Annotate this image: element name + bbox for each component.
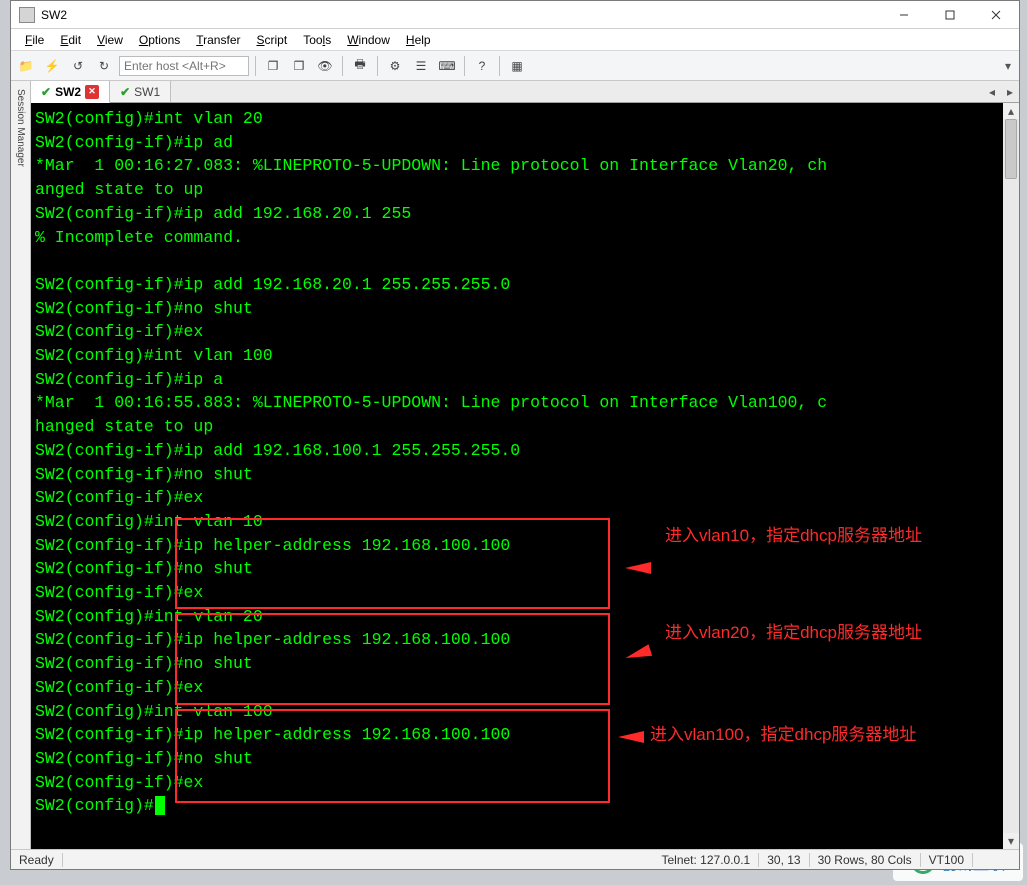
menu-bar: File Edit View Options Transfer Script T… [11,29,1019,51]
keys-icon[interactable]: ⌨ [436,55,458,77]
menu-file[interactable]: File [17,33,52,47]
reconnect-icon[interactable]: ↺ [67,55,89,77]
menu-window[interactable]: Window [339,33,398,47]
menu-script[interactable]: Script [249,33,296,47]
connected-icon: ✔ [41,85,51,99]
paste-icon[interactable]: ❒ [288,55,310,77]
find-icon[interactable]: 👁 [314,55,336,77]
status-cursor: 30, 13 [759,853,809,867]
menu-options[interactable]: Options [131,33,188,47]
minimize-button[interactable] [881,1,927,29]
status-emu: VT100 [921,853,973,867]
session-manager-panel[interactable]: Session Manager [11,81,31,849]
print-icon[interactable]: 🖶 [349,55,371,77]
folder-icon[interactable]: 📁 [15,55,37,77]
tab-sw1[interactable]: ✔ SW1 [110,81,171,102]
toolbar: 📁 ⚡ ↺ ↻ ❐ ❒ 👁 🖶 ⚙ ☰ ⌨ ? ▦ ▾ [11,51,1019,81]
menu-tools[interactable]: Tools [295,33,339,47]
status-telnet: Telnet: 127.0.0.1 [653,853,759,867]
extra-icon[interactable]: ▦ [506,55,528,77]
menu-help[interactable]: Help [398,33,439,47]
reconnect-alt-icon[interactable]: ↻ [93,55,115,77]
scroll-up-icon[interactable]: ▴ [1003,103,1019,119]
status-size: 30 Rows, 80 Cols [810,853,921,867]
main-area: Session Manager ✔ SW2 ✕ ✔ SW1 ◂ ▸ [11,81,1019,849]
copy-icon[interactable]: ❐ [262,55,284,77]
menu-edit[interactable]: Edit [52,33,89,47]
close-button[interactable] [973,1,1019,29]
status-bar: Ready Telnet: 127.0.0.1 30, 13 30 Rows, … [11,849,1019,869]
session-tabs: ✔ SW2 ✕ ✔ SW1 ◂ ▸ [31,81,1019,103]
menu-view[interactable]: View [89,33,131,47]
properties-icon[interactable]: ⚙ [384,55,406,77]
toolbar-overflow-icon[interactable]: ▾ [1001,55,1015,77]
terminal[interactable]: SW2(config)#int vlan 20 SW2(config-if)#i… [31,103,1019,849]
window-title: SW2 [41,8,881,22]
connected-icon: ✔ [120,85,130,99]
help-icon[interactable]: ? [471,55,493,77]
maximize-button[interactable] [927,1,973,29]
tab-scroll-right-icon[interactable]: ▸ [1001,81,1019,102]
terminal-output: SW2(config)#int vlan 20 SW2(config-if)#i… [31,103,1019,849]
scroll-down-icon[interactable]: ▾ [1003,833,1019,849]
tab-sw2[interactable]: ✔ SW2 ✕ [31,81,110,103]
title-bar: SW2 [11,1,1019,29]
menu-transfer[interactable]: Transfer [188,33,248,47]
close-tab-icon[interactable]: ✕ [85,85,99,99]
scroll-thumb[interactable] [1005,119,1017,179]
host-input[interactable] [119,56,249,76]
session-manager-label: Session Manager [15,85,26,167]
status-ready: Ready [11,853,63,867]
app-window: SW2 File Edit View Options Transfer Scri… [10,0,1020,870]
tab-label: SW2 [55,85,81,99]
tab-label: SW1 [134,85,160,99]
quick-connect-icon[interactable]: ⚡ [41,55,63,77]
tab-scroll-left-icon[interactable]: ◂ [983,81,1001,102]
terminal-scrollbar[interactable]: ▴ ▾ [1003,103,1019,849]
app-icon [19,7,35,23]
right-pane: ✔ SW2 ✕ ✔ SW1 ◂ ▸ SW2(config)#int vlan 2… [31,81,1019,849]
session-opts-icon[interactable]: ☰ [410,55,432,77]
